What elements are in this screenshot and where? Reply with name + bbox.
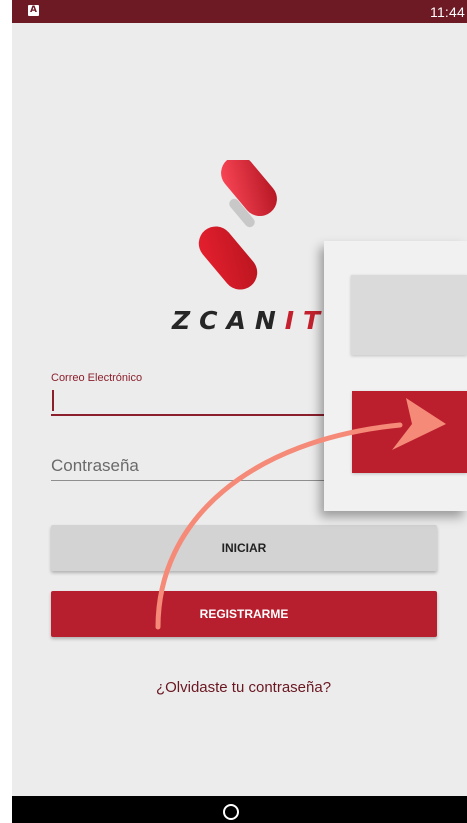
brand-accent: IT (284, 306, 330, 335)
status-bar: A 11:44 (12, 0, 467, 23)
register-button[interactable]: REGISTRARME (51, 591, 437, 637)
status-time: 11:44 (430, 4, 465, 20)
app-notification-icon: A (28, 5, 39, 16)
navigation-bar (12, 796, 467, 823)
text-caret (52, 390, 54, 411)
zoom-callout-panel (324, 241, 467, 511)
password-input[interactable] (51, 452, 341, 481)
zoomed-login-button (351, 275, 467, 355)
home-circle-icon[interactable] (223, 804, 239, 820)
login-button[interactable]: INICIAR (51, 525, 437, 571)
left-edge (0, 0, 12, 823)
brand-prefix: ZCAN (172, 306, 285, 335)
zoomed-register-button (352, 391, 467, 473)
zcanit-logo-icon (198, 160, 277, 290)
brand-wordmark: ZCANIT (172, 306, 329, 335)
email-label: Correo Electrónico (51, 372, 143, 384)
email-input[interactable] (51, 388, 341, 416)
forgot-password-link[interactable]: ¿Olvidaste tu contraseña? (0, 679, 467, 696)
